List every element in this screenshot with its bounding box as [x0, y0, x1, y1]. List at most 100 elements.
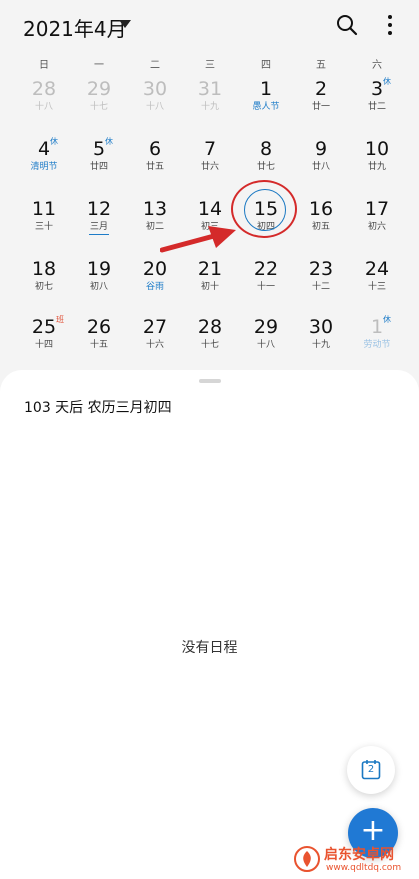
lunar-date: 廿七 — [256, 162, 275, 172]
lunar-date: 初六 — [367, 222, 386, 232]
weekday-label: 日 — [39, 60, 49, 71]
header: 2021年4月 — [0, 0, 419, 52]
day-number: 4 — [37, 138, 51, 160]
calendar-day[interactable]: 28 十七 — [182, 316, 238, 372]
plus-icon: + — [360, 813, 386, 848]
lunar-date: 谷雨 — [145, 282, 164, 292]
bottom-sheet — [0, 370, 419, 879]
day-number: 28 — [31, 78, 57, 100]
calendar-day[interactable]: 28 十八 — [16, 78, 72, 134]
weekday-label: 三 — [205, 60, 215, 71]
lunar-date: 廿六 — [200, 162, 219, 172]
weekday-header: 日 一 二 三 四 五 六 — [0, 56, 419, 72]
calendar-day[interactable]: 4 清明节 休 — [16, 137, 72, 194]
month-start-underline — [89, 234, 109, 235]
holiday-badge: 休 — [105, 137, 113, 146]
lunar-date: 十八 — [145, 102, 164, 112]
calendar-day[interactable]: 16 初五 — [293, 198, 349, 254]
annotation-red-circle — [231, 180, 297, 238]
go-to-today-button[interactable]: 2 — [347, 746, 395, 794]
calendar-day[interactable]: 17 初六 — [349, 198, 405, 254]
lunar-date: 劳动节 — [363, 340, 391, 350]
calendar-day[interactable]: 9 廿八 — [293, 138, 349, 194]
day-number: 10 — [364, 138, 390, 160]
day-number: 16 — [308, 198, 334, 220]
search-icon[interactable] — [335, 13, 359, 37]
sheet-drag-handle[interactable] — [199, 379, 221, 383]
calendar-icon: 2 — [361, 759, 381, 780]
day-number: 27 — [142, 316, 168, 338]
day-number: 1 — [370, 316, 384, 338]
calendar-day[interactable]: 1 劳动节 休 — [349, 315, 405, 372]
calendar-day[interactable]: 24 十三 — [349, 258, 405, 314]
lunar-date: 十一 — [256, 282, 275, 292]
day-number: 2 — [314, 78, 328, 100]
lunar-date: 十七 — [200, 340, 219, 350]
calendar-day[interactable]: 21 初十 — [182, 258, 238, 314]
calendar-day[interactable]: 11 三十 — [16, 198, 72, 254]
calendar-day[interactable]: 19 初八 — [71, 258, 127, 314]
calendar-day[interactable]: 12 三月 — [71, 198, 127, 254]
day-number: 18 — [31, 258, 57, 280]
calendar-day[interactable]: 23 十二 — [293, 258, 349, 314]
weekday-label: 六 — [372, 60, 382, 71]
holiday-badge: 休 — [383, 315, 391, 324]
calendar-day[interactable]: 30 十八 — [127, 78, 183, 134]
calendar-day[interactable]: 30 十九 — [293, 316, 349, 372]
lunar-date: 十三 — [367, 282, 386, 292]
calendar-day[interactable]: 5 廿四 休 — [71, 137, 127, 194]
lunar-date: 十四 — [34, 340, 53, 350]
no-events-text: 没有日程 — [181, 640, 238, 656]
lunar-date: 十七 — [89, 102, 108, 112]
annotation-arrow-icon — [160, 226, 236, 253]
lunar-date: 廿五 — [145, 162, 164, 172]
calendar-day[interactable]: 26 十五 — [71, 316, 127, 372]
day-number: 9 — [314, 138, 328, 160]
day-number: 12 — [86, 198, 112, 220]
workday-badge: 班 — [56, 315, 64, 324]
calendar-day[interactable]: 10 廿九 — [349, 138, 405, 194]
calendar-day[interactable]: 31 十九 — [182, 78, 238, 134]
day-number: 29 — [253, 316, 279, 338]
day-number: 19 — [86, 258, 112, 280]
lunar-date: 初七 — [34, 282, 53, 292]
calendar-day[interactable]: 1 愚人节 — [238, 78, 294, 134]
more-vertical-icon[interactable] — [380, 13, 400, 37]
lunar-date: 十二 — [311, 282, 330, 292]
lunar-date: 十八 — [256, 340, 275, 350]
day-info-text: 103 天后 农历三月初四 — [24, 400, 172, 416]
lunar-date: 十九 — [200, 102, 219, 112]
watermark-title: 启东安卓网 — [324, 847, 394, 863]
calendar-day[interactable]: 25 十四班 — [16, 315, 72, 372]
day-number: 30 — [142, 78, 168, 100]
lunar-date: 初八 — [89, 282, 108, 292]
weekday-label: 五 — [316, 60, 326, 71]
lunar-date: 愚人节 — [252, 102, 280, 112]
calendar-day[interactable]: 3 廿二 休 — [349, 77, 405, 134]
weekday-label: 一 — [94, 60, 104, 71]
weekday-label: 二 — [150, 60, 160, 71]
day-number: 29 — [86, 78, 112, 100]
lunar-date: 廿一 — [311, 102, 330, 112]
day-number: 20 — [142, 258, 168, 280]
month-title[interactable]: 2021年4月 — [23, 13, 127, 42]
calendar-day[interactable]: 2 廿一 — [293, 78, 349, 134]
calendar-day[interactable]: 29 十八 — [238, 316, 294, 372]
calendar-day[interactable]: 22 十一 — [238, 258, 294, 314]
calendar-day[interactable]: 29 十七 — [71, 78, 127, 134]
calendar-day[interactable]: 6 廿五 — [127, 138, 183, 194]
calendar-day[interactable]: 20 谷雨 — [127, 258, 183, 314]
calendar-day[interactable]: 7 廿六 — [182, 138, 238, 194]
watermark-logo-icon — [294, 846, 320, 872]
calendar-day[interactable]: 18 初七 — [16, 258, 72, 314]
lunar-date: 十六 — [145, 340, 164, 350]
day-number: 6 — [148, 138, 162, 160]
day-number: 7 — [203, 138, 217, 160]
lunar-date: 三十 — [34, 222, 53, 232]
lunar-date: 清明节 — [30, 162, 58, 172]
calendar-icon-number: 2 — [367, 764, 375, 775]
day-number: 17 — [364, 198, 390, 220]
lunar-date: 十八 — [34, 102, 53, 112]
calendar-day[interactable]: 27 十六 — [127, 316, 183, 372]
month-dropdown-caret-icon[interactable] — [119, 20, 131, 28]
